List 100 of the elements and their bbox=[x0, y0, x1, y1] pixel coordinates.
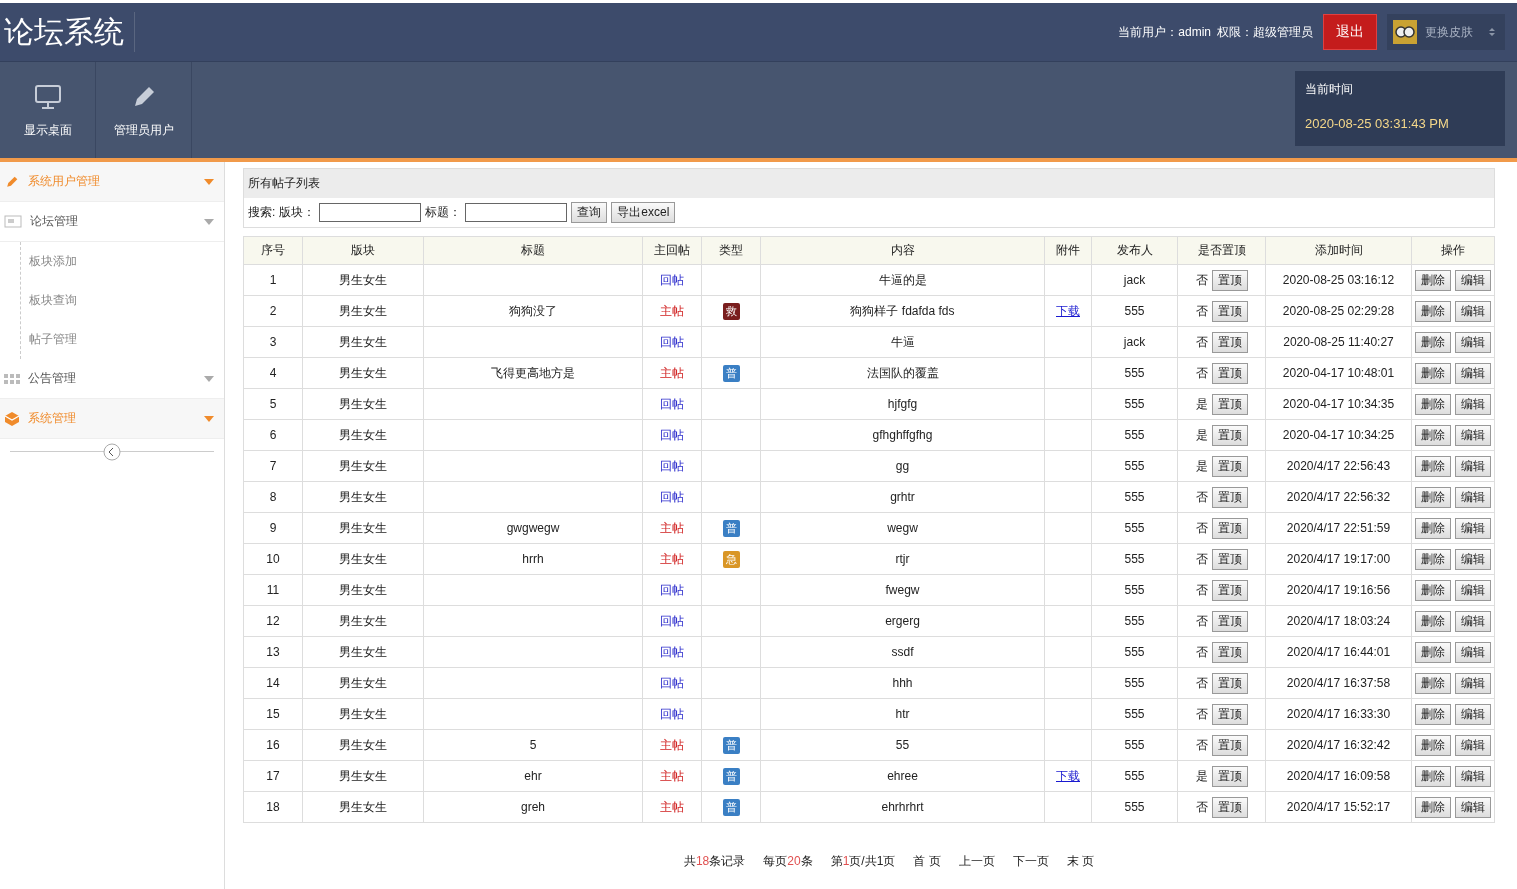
type-badge: 普 bbox=[722, 767, 740, 785]
pin-button[interactable]: 置顶 bbox=[1211, 579, 1248, 601]
edit-button[interactable]: 编辑 bbox=[1455, 331, 1491, 353]
edit-button[interactable]: 编辑 bbox=[1455, 455, 1491, 477]
menu-item[interactable]: 论坛管理 bbox=[0, 202, 224, 242]
delete-button[interactable]: 删除 bbox=[1415, 703, 1451, 725]
edit-button[interactable]: 编辑 bbox=[1455, 548, 1491, 570]
table-cell: 男生女生 bbox=[302, 264, 424, 296]
pager-text: 页/共1页 bbox=[849, 854, 896, 868]
table-cell: 男生女生 bbox=[302, 450, 424, 482]
delete-button[interactable]: 删除 bbox=[1415, 362, 1451, 384]
post-type: 主帖 bbox=[660, 551, 684, 566]
pin-button[interactable]: 置顶 bbox=[1211, 393, 1248, 415]
pin-button[interactable]: 置顶 bbox=[1211, 517, 1248, 539]
table-cell: 555 bbox=[1091, 729, 1178, 761]
pin-button[interactable]: 置顶 bbox=[1211, 486, 1248, 508]
clock-label: 当前时间 bbox=[1305, 81, 1354, 98]
edit-button[interactable]: 编辑 bbox=[1455, 486, 1491, 508]
edit-button[interactable]: 编辑 bbox=[1455, 424, 1491, 446]
edit-button[interactable]: 编辑 bbox=[1455, 393, 1491, 415]
page-number: 1 bbox=[842, 854, 850, 868]
pin-button[interactable]: 置顶 bbox=[1211, 548, 1248, 570]
edit-button[interactable]: 编辑 bbox=[1455, 517, 1491, 539]
logout-button[interactable]: 退出 bbox=[1323, 14, 1377, 50]
edit-button[interactable]: 编辑 bbox=[1455, 703, 1491, 725]
pager-link[interactable]: 末 页 bbox=[1066, 853, 1095, 870]
edit-button[interactable]: 编辑 bbox=[1455, 610, 1491, 632]
pinned-state: 否 bbox=[1195, 489, 1208, 504]
submenu-item[interactable]: 帖子管理 bbox=[21, 320, 224, 359]
edit-button[interactable]: 编辑 bbox=[1455, 269, 1491, 291]
edit-button[interactable]: 编辑 bbox=[1455, 641, 1491, 663]
submenu-item[interactable]: 板块查询 bbox=[21, 281, 224, 320]
delete-button[interactable]: 删除 bbox=[1415, 455, 1451, 477]
pin-button[interactable]: 置顶 bbox=[1211, 424, 1248, 446]
delete-button[interactable]: 删除 bbox=[1415, 393, 1451, 415]
pinned-state: 否 bbox=[1195, 272, 1208, 287]
pinned-state: 否 bbox=[1195, 613, 1208, 628]
submenu-item[interactable]: 板块添加 bbox=[21, 242, 224, 281]
delete-button[interactable]: 删除 bbox=[1415, 579, 1451, 601]
delete-button[interactable]: 删除 bbox=[1415, 734, 1451, 756]
table-cell: 555 bbox=[1091, 388, 1178, 420]
pager-text: 条记录 bbox=[709, 854, 746, 868]
delete-button[interactable]: 删除 bbox=[1415, 424, 1451, 446]
table-cell: 男生女生 bbox=[302, 357, 424, 389]
pager-link[interactable]: 上一页 bbox=[958, 853, 995, 870]
delete-button[interactable]: 删除 bbox=[1415, 610, 1451, 632]
delete-button[interactable]: 删除 bbox=[1415, 331, 1451, 353]
table-cell: 男生女生 bbox=[302, 729, 424, 761]
edit-button[interactable]: 编辑 bbox=[1455, 796, 1491, 818]
panel-title: 所有帖子列表 bbox=[244, 169, 1494, 198]
delete-button[interactable]: 删除 bbox=[1415, 641, 1451, 663]
export-button[interactable]: 导出excel bbox=[611, 202, 676, 223]
pin-button[interactable]: 置顶 bbox=[1211, 269, 1248, 291]
delete-button[interactable]: 删除 bbox=[1415, 765, 1451, 787]
pin-button[interactable]: 置顶 bbox=[1211, 796, 1248, 818]
delete-button[interactable]: 删除 bbox=[1415, 796, 1451, 818]
pager-link[interactable]: 首 页 bbox=[913, 853, 941, 870]
query-button[interactable]: 查询 bbox=[571, 202, 608, 223]
post-type: 回帖 bbox=[660, 613, 684, 628]
table-cell: 2020/4/17 16:44:01 bbox=[1265, 636, 1412, 668]
skin-selector[interactable]: 更换皮肤 bbox=[1387, 14, 1505, 50]
board-input[interactable] bbox=[319, 203, 422, 222]
goggles-icon bbox=[1393, 20, 1417, 44]
pin-button[interactable]: 置顶 bbox=[1211, 300, 1248, 322]
pin-button[interactable]: 置顶 bbox=[1211, 331, 1248, 353]
table-cell: 男生女生 bbox=[302, 543, 424, 575]
pin-button[interactable]: 置顶 bbox=[1211, 703, 1248, 725]
pin-button[interactable]: 置顶 bbox=[1211, 610, 1248, 632]
pin-button[interactable]: 置顶 bbox=[1211, 455, 1248, 477]
pin-button[interactable]: 置顶 bbox=[1211, 641, 1248, 663]
post-type: 回帖 bbox=[660, 582, 684, 597]
pin-button[interactable]: 置顶 bbox=[1211, 362, 1248, 384]
pinned-state: 否 bbox=[1195, 520, 1208, 535]
edit-button[interactable]: 编辑 bbox=[1455, 734, 1491, 756]
table-cell: jack bbox=[1091, 326, 1178, 358]
pin-button[interactable]: 置顶 bbox=[1211, 765, 1248, 787]
delete-button[interactable]: 删除 bbox=[1415, 300, 1451, 322]
dropdown-icon bbox=[204, 218, 214, 225]
table-cell: 2020-08-25 03:16:12 bbox=[1265, 264, 1412, 296]
edit-button[interactable]: 编辑 bbox=[1455, 672, 1491, 694]
pin-button[interactable]: 置顶 bbox=[1211, 672, 1248, 694]
delete-button[interactable]: 删除 bbox=[1415, 486, 1451, 508]
delete-button[interactable]: 删除 bbox=[1415, 269, 1451, 291]
page-number: 20 bbox=[787, 854, 801, 868]
pager-link[interactable]: 下一页 bbox=[1012, 853, 1049, 870]
pin-button[interactable]: 置顶 bbox=[1211, 734, 1248, 756]
edit-button[interactable]: 编辑 bbox=[1455, 765, 1491, 787]
table-cell: 飞得更高地方是 bbox=[423, 357, 643, 389]
delete-button[interactable]: 删除 bbox=[1415, 548, 1451, 570]
screen-icon bbox=[4, 214, 22, 229]
edit-button[interactable]: 编辑 bbox=[1455, 579, 1491, 601]
delete-button[interactable]: 删除 bbox=[1415, 672, 1451, 694]
post-type: 回帖 bbox=[660, 334, 684, 349]
edit-button[interactable]: 编辑 bbox=[1455, 362, 1491, 384]
title-input[interactable] bbox=[465, 203, 568, 222]
table-cell: 狗狗样子 fdafda fds bbox=[760, 295, 1045, 327]
table-cell: 8 bbox=[243, 481, 303, 513]
pinned-state: 否 bbox=[1195, 303, 1208, 318]
delete-button[interactable]: 删除 bbox=[1415, 517, 1451, 539]
edit-button[interactable]: 编辑 bbox=[1455, 300, 1491, 322]
